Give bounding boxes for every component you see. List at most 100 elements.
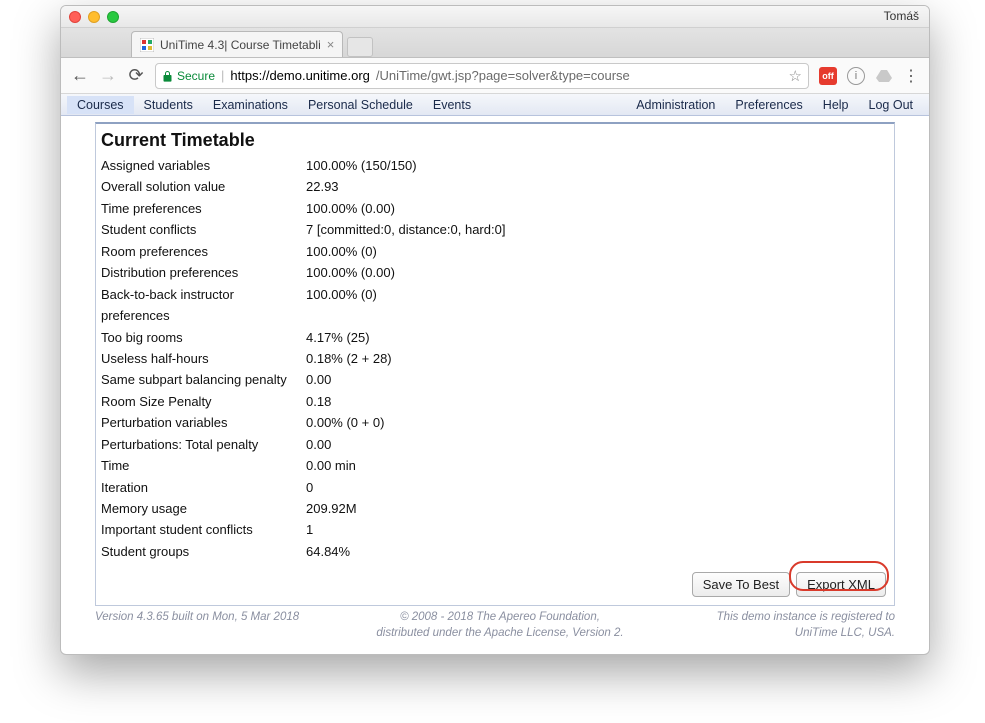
stat-label: Perturbation variables — [101, 412, 306, 433]
stat-label: Distribution preferences — [101, 262, 306, 283]
panel-title: Current Timetable — [96, 124, 894, 155]
stat-value: 0.18% (2 + 28) — [306, 348, 889, 369]
menu-item-examinations[interactable]: Examinations — [203, 96, 298, 114]
stat-row: Student conflicts7 [committed:0, distanc… — [101, 219, 889, 240]
stat-row: Important student conflicts1 — [101, 519, 889, 540]
lock-icon — [162, 70, 173, 82]
stat-label: Time — [101, 455, 306, 476]
menu-item-students[interactable]: Students — [134, 96, 203, 114]
extension-drive-icon[interactable] — [875, 67, 893, 85]
stat-label: Important student conflicts — [101, 519, 306, 540]
forward-button: → — [99, 67, 117, 85]
tab-strip: UniTime 4.3| Course Timetabli × — [61, 28, 929, 58]
menu-item-events[interactable]: Events — [423, 96, 481, 114]
reload-button[interactable]: ⟳ — [127, 67, 145, 85]
current-timetable-panel: Current Timetable Assigned variables100.… — [95, 122, 895, 606]
save-to-best-button[interactable]: Save To Best — [692, 572, 790, 597]
app-menu-bar: CoursesStudentsExaminationsPersonal Sche… — [61, 94, 929, 116]
stat-row: Too big rooms4.17% (25) — [101, 327, 889, 348]
stat-label: Overall solution value — [101, 176, 306, 197]
stat-row: Assigned variables100.00% (150/150) — [101, 155, 889, 176]
stat-label: Room preferences — [101, 241, 306, 262]
titlebar: Tomáš — [61, 6, 929, 28]
stat-label: Memory usage — [101, 498, 306, 519]
stat-value: 1 — [306, 519, 889, 540]
stat-value: 100.00% (0.00) — [306, 198, 889, 219]
extension-off-icon[interactable]: off — [819, 67, 837, 85]
stat-value: 0.18 — [306, 391, 889, 412]
profile-name[interactable]: Tomáš — [884, 9, 919, 23]
stat-row: Useless half-hours0.18% (2 + 28) — [101, 348, 889, 369]
menu-item-courses[interactable]: Courses — [67, 96, 134, 114]
stat-value: 64.84% — [306, 541, 889, 562]
favicon-icon — [140, 38, 154, 52]
stat-value: 100.00% (150/150) — [306, 155, 889, 176]
secure-indicator[interactable]: Secure — [162, 69, 215, 83]
stat-value: 0 — [306, 477, 889, 498]
menu-item-preferences[interactable]: Preferences — [725, 96, 812, 114]
menu-item-personal-schedule[interactable]: Personal Schedule — [298, 96, 423, 114]
page-content: CoursesStudentsExaminationsPersonal Sche… — [61, 94, 929, 654]
stat-value: 100.00% (0) — [306, 284, 889, 327]
close-window-button[interactable] — [69, 11, 81, 23]
url-host: https://demo.unitime.org — [230, 68, 369, 83]
close-tab-icon[interactable]: × — [327, 37, 335, 52]
stat-row: Iteration0 — [101, 477, 889, 498]
secure-label: Secure — [177, 69, 215, 83]
stat-label: Room Size Penalty — [101, 391, 306, 412]
window-controls — [69, 11, 119, 23]
stat-row: Back-to-back instructor preferences100.0… — [101, 284, 889, 327]
stat-row: Memory usage209.92M — [101, 498, 889, 519]
stat-row: Same subpart balancing penalty0.00 — [101, 369, 889, 390]
stat-value: 22.93 — [306, 176, 889, 197]
stat-label: Student conflicts — [101, 219, 306, 240]
footer-registration: This demo instance is registered to UniT… — [685, 610, 895, 641]
address-bar[interactable]: Secure | https://demo.unitime.org/UniTim… — [155, 63, 809, 89]
stat-row: Room Size Penalty0.18 — [101, 391, 889, 412]
stat-label: Perturbations: Total penalty — [101, 434, 306, 455]
browser-toolbar: ← → ⟳ Secure | https://demo.unitime.org/… — [61, 58, 929, 94]
browser-tab[interactable]: UniTime 4.3| Course Timetabli × — [131, 31, 343, 57]
stat-row: Time0.00 min — [101, 455, 889, 476]
stat-label: Same subpart balancing penalty — [101, 369, 306, 390]
stat-value: 0.00 — [306, 369, 889, 390]
stat-row: Perturbation variables0.00% (0 + 0) — [101, 412, 889, 433]
stat-row: Room preferences100.00% (0) — [101, 241, 889, 262]
stat-value: 0.00% (0 + 0) — [306, 412, 889, 433]
stat-value: 100.00% (0.00) — [306, 262, 889, 283]
minimize-window-button[interactable] — [88, 11, 100, 23]
stat-label: Student groups — [101, 541, 306, 562]
tab-title: UniTime 4.3| Course Timetabli — [160, 38, 321, 52]
stat-label: Too big rooms — [101, 327, 306, 348]
menu-item-help[interactable]: Help — [813, 96, 859, 114]
stat-value: 0.00 — [306, 434, 889, 455]
new-tab-button[interactable] — [347, 37, 373, 57]
browser-window: Tomáš UniTime 4.3| Course Timetabli × ← … — [60, 5, 930, 655]
stat-label: Assigned variables — [101, 155, 306, 176]
extension-info-icon[interactable]: i — [847, 67, 865, 85]
stat-row: Overall solution value22.93 — [101, 176, 889, 197]
stat-label: Useless half-hours — [101, 348, 306, 369]
menu-item-log-out[interactable]: Log Out — [859, 96, 923, 114]
panel-button-row: Save To Best Export XML — [96, 566, 894, 605]
stat-row: Student groups64.84% — [101, 541, 889, 562]
zoom-window-button[interactable] — [107, 11, 119, 23]
stat-row: Perturbations: Total penalty0.00 — [101, 434, 889, 455]
bookmark-star-icon[interactable]: ☆ — [789, 67, 802, 85]
menu-item-administration[interactable]: Administration — [626, 96, 725, 114]
stat-value: 209.92M — [306, 498, 889, 519]
stat-label: Iteration — [101, 477, 306, 498]
footer-copyright: © 2008 - 2018 The Apereo Foundation, dis… — [315, 610, 685, 641]
stat-value: 100.00% (0) — [306, 241, 889, 262]
page-footer: Version 4.3.65 built on Mon, 5 Mar 2018 … — [95, 610, 895, 641]
stats-table: Assigned variables100.00% (150/150)Overa… — [96, 155, 894, 566]
stat-label: Back-to-back instructor preferences — [101, 284, 306, 327]
url-path: /UniTime/gwt.jsp?page=solver&type=course — [376, 68, 630, 83]
stat-label: Time preferences — [101, 198, 306, 219]
browser-menu-icon[interactable]: ⋮ — [903, 66, 919, 86]
stat-value: 7 [committed:0, distance:0, hard:0] — [306, 219, 889, 240]
footer-version: Version 4.3.65 built on Mon, 5 Mar 2018 — [95, 610, 315, 641]
export-xml-button[interactable]: Export XML — [796, 572, 886, 597]
back-button[interactable]: ← — [71, 67, 89, 85]
stat-row: Distribution preferences100.00% (0.00) — [101, 262, 889, 283]
